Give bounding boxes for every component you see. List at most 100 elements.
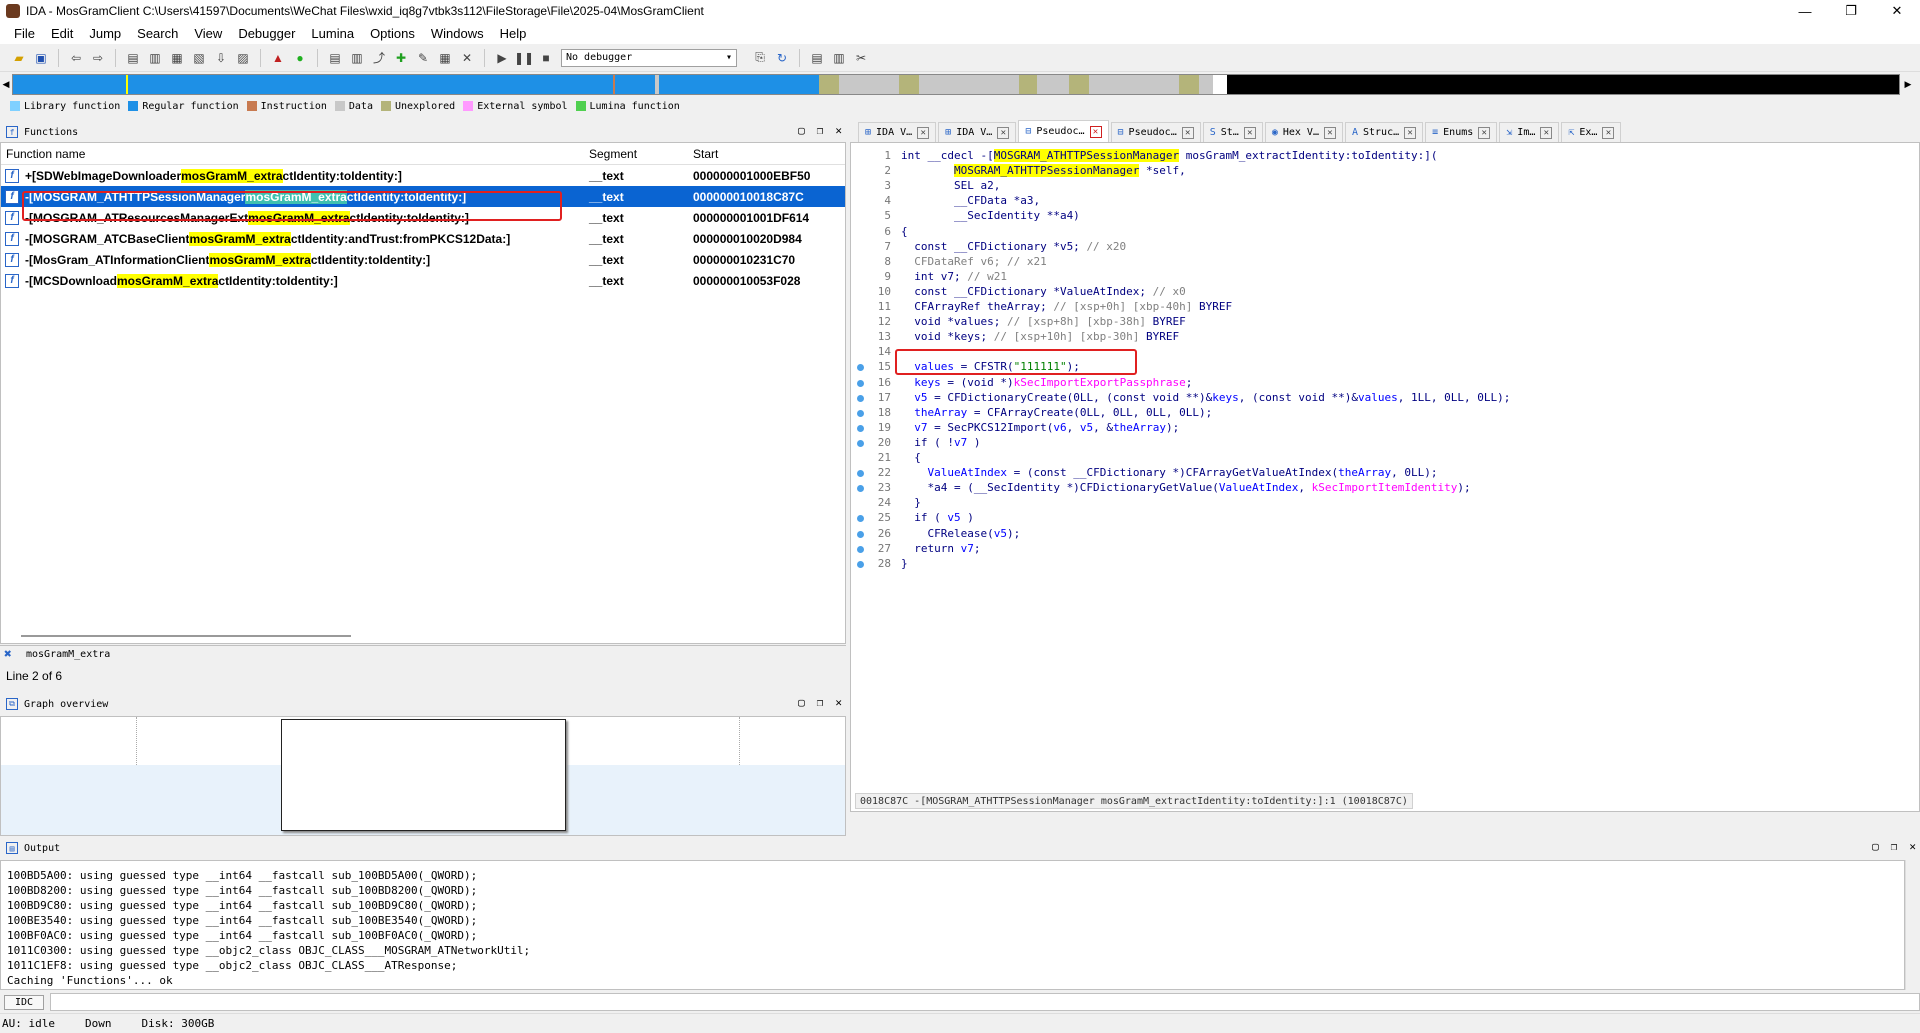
save-icon[interactable]: ▣ <box>32 49 50 67</box>
tab-6[interactable]: A Struc… ✕ <box>1344 122 1424 142</box>
code-line[interactable]: 13 void *keys; // [xsp+10h] [xbp-30h] BY… <box>851 330 1920 345</box>
function-row[interactable]: f -[MosGram_ATInformationClient mosGramM_… <box>1 249 845 270</box>
code-line[interactable]: 7 const __CFDictionary *v5; // x20 <box>851 240 1920 255</box>
layout-icon[interactable]: ▤ <box>808 49 826 67</box>
code-line[interactable]: 6{ <box>851 225 1920 240</box>
menu-edit[interactable]: Edit <box>43 26 81 41</box>
close-icon[interactable]: ✕ <box>835 124 842 137</box>
open-folder-icon[interactable]: ▰ <box>10 49 28 67</box>
function-row[interactable]: f +[SDWebImageDownloader mosGramM_extra ct… <box>1 165 845 186</box>
command-input[interactable] <box>50 993 1920 1011</box>
code-line[interactable]: 4 __CFData *a3, <box>851 194 1920 209</box>
tab-close-icon[interactable]: ✕ <box>1404 126 1417 139</box>
float-icon[interactable]: ❐ <box>1891 840 1898 853</box>
clear-filter-icon[interactable]: ✖ <box>4 647 26 662</box>
horizontal-scrollbar[interactable] <box>21 635 351 637</box>
tab-4[interactable]: S St… ✕ <box>1202 122 1263 142</box>
menu-view[interactable]: View <box>186 26 230 41</box>
code-line[interactable]: 18 theArray = CFArrayCreate(0LL, 0LL, 0L… <box>851 406 1920 421</box>
attach-icon[interactable]: ⎘ <box>751 49 769 67</box>
tab-3[interactable]: ⊟ Pseudoc… ✕ <box>1110 122 1201 142</box>
xref-icon[interactable]: ⤴ <box>370 49 388 67</box>
navigation-band[interactable] <box>12 74 1900 95</box>
tab-close-icon[interactable]: ✕ <box>1243 126 1256 139</box>
code-line[interactable]: 2 MOSGRAM_ATHTTPSessionManager *self, <box>851 164 1920 179</box>
tab-close-icon[interactable]: ✕ <box>1540 126 1553 139</box>
menu-jump[interactable]: Jump <box>81 26 129 41</box>
graph-overview-panel[interactable] <box>0 716 846 836</box>
tab-close-icon[interactable]: ✕ <box>1323 126 1336 139</box>
menu-debugger[interactable]: Debugger <box>230 26 303 41</box>
menu-options[interactable]: Options <box>362 26 423 41</box>
tab-2[interactable]: ⊟ Pseudoc… ✕ <box>1018 120 1109 142</box>
restore-icon[interactable]: ▢ <box>798 124 805 137</box>
tab-close-icon[interactable]: ✕ <box>1478 126 1491 139</box>
data-icon[interactable]: ▦ <box>168 49 186 67</box>
tab-7[interactable]: ≡ Enums ✕ <box>1425 122 1498 142</box>
maximize-button[interactable]: ❐ <box>1828 0 1874 22</box>
patch-icon[interactable]: ✎ <box>414 49 432 67</box>
code-line[interactable]: 27 return v7; <box>851 542 1920 557</box>
close-icon[interactable]: ✕ <box>1909 840 1916 853</box>
tab-close-icon[interactable]: ✕ <box>1602 126 1615 139</box>
code-line[interactable]: 3 SEL a2, <box>851 179 1920 194</box>
struct-icon[interactable]: ▤ <box>326 49 344 67</box>
tab-5[interactable]: ◉ Hex V… ✕ <box>1264 122 1343 142</box>
graph-viewport-rect[interactable] <box>281 719 566 831</box>
tab-0[interactable]: ⊞ IDA V… ✕ <box>858 122 937 142</box>
close-button[interactable]: ✕ <box>1874 0 1920 22</box>
run-circle-icon[interactable]: ● <box>291 49 309 67</box>
enum-icon[interactable]: ▥ <box>348 49 366 67</box>
pause-icon[interactable]: ❚❚ <box>514 49 534 67</box>
code-line[interactable]: 25 if ( v5 ) <box>851 511 1920 526</box>
float-icon[interactable]: ❐ <box>817 124 824 137</box>
pseudocode-panel[interactable]: 1 int __cdecl -[MOSGRAM_ATHTTPSessionMana… <box>850 142 1920 812</box>
minimize-button[interactable]: — <box>1782 0 1828 22</box>
tab-close-icon[interactable]: ✕ <box>917 126 930 139</box>
undefine-icon[interactable]: ▨ <box>234 49 252 67</box>
down-arrow-icon[interactable]: ⇩ <box>212 49 230 67</box>
code-line[interactable]: 16 keys = (void *)kSecImportExportPassph… <box>851 376 1920 391</box>
code-line[interactable]: 22 ValueAtIndex = (const __CFDictionary … <box>851 466 1920 481</box>
code-line[interactable]: 24 } <box>851 496 1920 511</box>
code-line[interactable]: 20 if ( !v7 ) <box>851 436 1920 451</box>
restore-icon[interactable]: ▢ <box>1872 840 1879 853</box>
unlink-icon[interactable]: ✂ <box>852 49 870 67</box>
segment-icon[interactable]: ▦ <box>436 49 454 67</box>
tab-close-icon[interactable]: ✕ <box>1181 126 1194 139</box>
play-icon[interactable]: ▶ <box>493 49 511 67</box>
code-line[interactable]: 10 const __CFDictionary *ValueAtIndex; /… <box>851 285 1920 300</box>
stats-icon[interactable]: ▥ <box>830 49 848 67</box>
nav-right-arrow-icon[interactable]: ▶ <box>1902 74 1914 95</box>
trace-icon[interactable]: ↻ <box>773 49 791 67</box>
add-icon[interactable]: ✚ <box>392 49 410 67</box>
code-line[interactable]: 21 { <box>851 451 1920 466</box>
tab-1[interactable]: ⊞ IDA V… ✕ <box>938 122 1017 142</box>
code-line[interactable]: 19 v7 = SecPKCS12Import(v6, v5, &theArra… <box>851 421 1920 436</box>
code-line[interactable]: 8 CFDataRef v6; // x21 <box>851 255 1920 270</box>
close-icon[interactable]: ✕ <box>835 696 842 709</box>
menu-windows[interactable]: Windows <box>423 26 492 41</box>
back-arrow-icon[interactable]: ⇦ <box>67 49 85 67</box>
tab-close-icon[interactable]: ✕ <box>997 126 1010 139</box>
function-row[interactable]: f -[MCSDownload mosGramM_extra ctIdentity:… <box>1 270 845 291</box>
stop-icon[interactable]: ■ <box>537 49 555 67</box>
string-icon[interactable]: ▧ <box>190 49 208 67</box>
menu-help[interactable]: Help <box>492 26 535 41</box>
code-line[interactable]: 17 v5 = CFDictionaryCreate(0LL, (const v… <box>851 391 1920 406</box>
debugger-select[interactable]: No debugger ▾ <box>561 48 737 67</box>
restore-icon[interactable]: ▢ <box>798 696 805 709</box>
graph-icon[interactable]: ▲ <box>269 49 287 67</box>
code-line[interactable]: 28} <box>851 557 1920 572</box>
code-line[interactable]: 26 CFRelease(v5); <box>851 527 1920 542</box>
code-icon[interactable]: ▥ <box>146 49 164 67</box>
code-line[interactable]: 12 void *values; // [xsp+8h] [xbp-38h] B… <box>851 315 1920 330</box>
binary-icon[interactable]: ▤ <box>124 49 142 67</box>
filter-input[interactable]: mosGramM_extra <box>26 649 110 660</box>
tab-close-icon[interactable]: ✕ <box>1089 125 1102 138</box>
code-line[interactable]: 23 *a4 = (__SecIdentity *)CFDictionaryGe… <box>851 481 1920 496</box>
code-line[interactable]: 1 int __cdecl -[MOSGRAM_ATHTTPSessionMana… <box>851 149 1920 164</box>
function-row[interactable]: f -[MOSGRAM_ATCBaseClient mosGramM_extra c… <box>1 228 845 249</box>
float-icon[interactable]: ❐ <box>817 696 824 709</box>
menu-search[interactable]: Search <box>129 26 186 41</box>
